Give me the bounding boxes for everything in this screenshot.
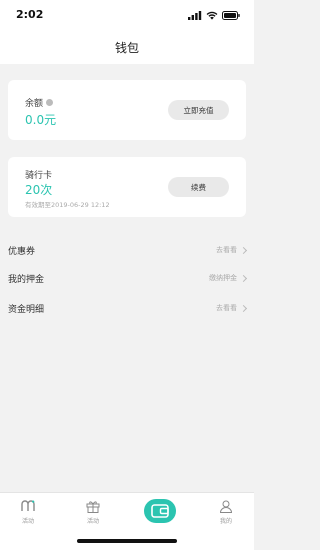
gift-icon (85, 499, 101, 513)
ride-card-label: 骑行卡 (25, 171, 53, 181)
balance-card: 余额 0.0元 立即充值 (8, 80, 246, 140)
home-indicator (77, 539, 177, 543)
list-item-transactions[interactable]: 资金明细 去看看 (0, 294, 254, 322)
balance-value: 0.0元 (25, 113, 57, 127)
ride-card-value: 20次 (25, 183, 53, 197)
tab-label: 我的 (219, 518, 232, 525)
chevron-right-icon (239, 246, 248, 254)
list-item-hint: 去看看 (216, 246, 237, 254)
renew-button[interactable]: 续费 (168, 177, 229, 197)
recharge-button[interactable]: 立即充值 (168, 100, 229, 120)
status-icons (188, 10, 240, 20)
tab-label: 活动 (21, 518, 34, 525)
tab-gift[interactable]: 活动 (68, 499, 118, 525)
status-bar: 2:02 (0, 0, 254, 30)
tab-profile[interactable]: 我的 (201, 499, 251, 525)
tab-activity[interactable]: 活动 (3, 499, 53, 525)
chevron-right-icon (239, 304, 248, 312)
list-item-label: 优惠券 (8, 246, 36, 257)
list-item-deposit[interactable]: 我的押金 缴纳押金 (0, 264, 254, 292)
ride-card-expiry: 有效期至2019-06-29 12:12 (25, 201, 110, 209)
list-item-hint: 去看看 (216, 304, 237, 312)
info-icon[interactable] (46, 99, 54, 106)
chevron-right-icon (239, 274, 248, 282)
tab-label: 活动 (86, 518, 99, 525)
person-icon (218, 499, 234, 513)
balance-label: 余额 (25, 99, 44, 109)
page-title: 钱包 (114, 40, 139, 55)
ride-card: 骑行卡 20次 有效期至2019-06-29 12:12 续费 (8, 157, 246, 217)
wifi-icon (206, 11, 218, 20)
list-item-right: 去看看 (216, 245, 248, 255)
signal-icon (188, 10, 202, 20)
list-item-label: 我的押金 (8, 274, 45, 285)
balance-label-row: 余额 (25, 96, 54, 109)
battery-icon (222, 10, 240, 20)
list-item-hint: 缴纳押金 (209, 274, 237, 282)
nav-bar: 钱包 (0, 30, 254, 64)
status-time: 2:02 (16, 8, 44, 21)
wallet-tab-button[interactable] (144, 499, 176, 523)
list-item-right: 缴纳押金 (209, 273, 248, 283)
wallet-icon (151, 504, 169, 518)
list-item-label: 资金明细 (8, 304, 45, 315)
m-logo-icon (20, 499, 36, 513)
list-item-right: 去看看 (216, 303, 248, 313)
list-item-coupons[interactable]: 优惠券 去看看 (0, 236, 254, 264)
